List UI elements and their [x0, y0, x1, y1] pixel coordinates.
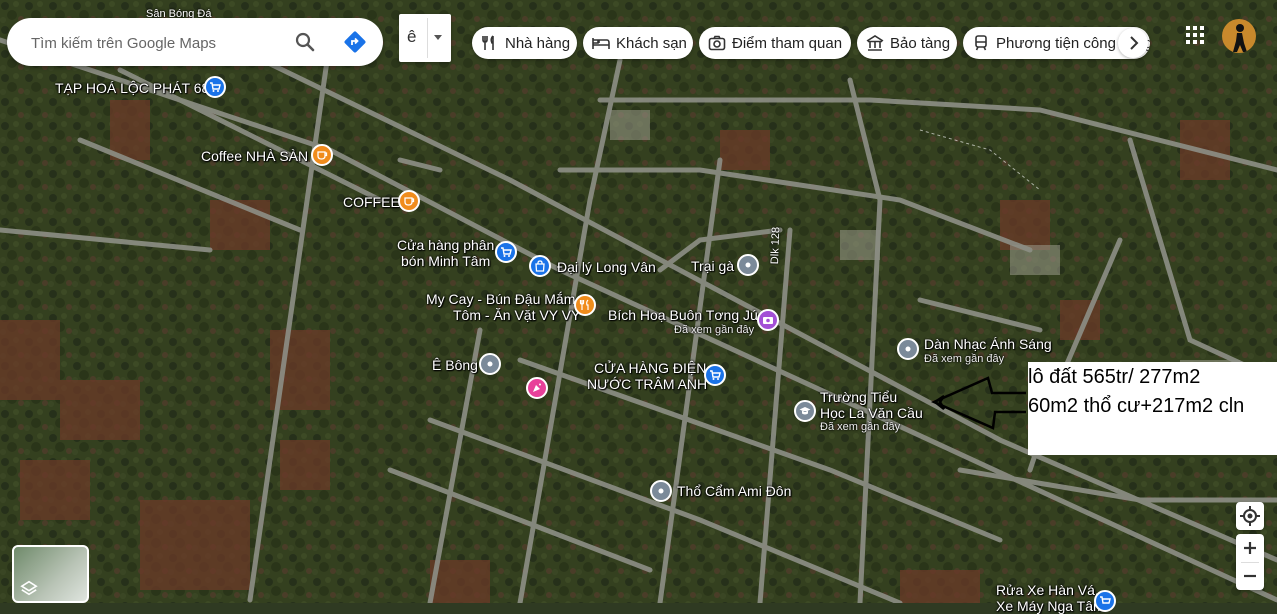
coffee-icon[interactable] — [398, 190, 420, 212]
chip-label: Khách sạn — [616, 34, 687, 52]
place-label-line: CỬA HÀNG ĐIỆN — [594, 360, 707, 376]
scroll-chips-button[interactable] — [1118, 28, 1148, 58]
search-icon[interactable] — [293, 30, 317, 54]
zoom-controls — [1236, 534, 1264, 590]
school-icon[interactable] — [794, 400, 816, 422]
fork-knife-icon — [482, 35, 494, 50]
user-silhouette-icon — [1233, 24, 1247, 52]
chip-restaurants[interactable]: Nhà hàng — [472, 27, 577, 59]
plus-icon — [1244, 542, 1256, 554]
apps-grid-icon[interactable] — [1185, 25, 1205, 45]
chip-label: Nhà hàng — [505, 34, 571, 52]
road-label-dlk128: Dlk 128 — [769, 226, 783, 265]
museum-icon — [866, 35, 884, 51]
shopping-bag-icon[interactable] — [529, 255, 551, 277]
place-label-line: NƯỚC TRÂM ANH — [587, 376, 708, 392]
place-label-line: Cửa hàng phân — [397, 237, 495, 253]
layer-selector[interactable]: ê — [399, 14, 451, 62]
shopping-cart-icon[interactable] — [495, 241, 517, 263]
bed-icon — [592, 38, 610, 49]
chevron-down-icon[interactable] — [434, 35, 442, 40]
place-label[interactable]: Cửa hàng phân bón Minh Tâm — [397, 237, 494, 269]
pin-icon[interactable] — [897, 338, 919, 360]
place-label-line: Học La Văn Cầu — [820, 405, 923, 421]
shopping-cart-icon[interactable] — [1094, 590, 1116, 612]
recently-viewed-label: Đã xem gần đây — [820, 421, 901, 433]
annotation-line-1: lô đất 565tr/ 277m2 — [1028, 366, 1201, 388]
place-label[interactable]: My Cay - Bún Đậu Mắm Tôm - Ăn Vặt VY VY — [426, 291, 580, 323]
directions-icon[interactable] — [343, 30, 367, 54]
pin-icon[interactable] — [737, 254, 759, 276]
chip-label: Bảo tàng — [890, 34, 951, 52]
restaurant-icon[interactable] — [574, 294, 596, 316]
layer-label: ê — [407, 27, 417, 46]
place-label-line: Tôm - Ăn Vặt VY VY — [453, 307, 581, 323]
shopping-cart-icon[interactable] — [204, 76, 226, 98]
place-label[interactable]: Dàn Nhạc Ánh Sáng — [924, 336, 1052, 352]
place-label-line: Xe Máy Nga Tâm — [996, 598, 1105, 614]
place-label[interactable]: COFFEE — [343, 194, 400, 210]
zoom-out-button[interactable] — [1236, 562, 1264, 590]
celebration-icon[interactable] — [526, 377, 548, 399]
place-label[interactable]: TẠP HOÁ LỘC PHÁT 68 — [55, 80, 209, 96]
place-label[interactable]: CỬA HÀNG ĐIỆN NƯỚC TRÂM ANH — [587, 360, 707, 392]
chip-hotels[interactable]: Khách sạn — [583, 27, 693, 59]
place-label-line: Rửa Xe Hàn Vá, — [996, 582, 1099, 598]
my-location-button[interactable] — [1236, 502, 1264, 530]
chip-label: Điểm tham quan — [732, 34, 843, 52]
search-box — [7, 18, 383, 66]
land-price-annotation: lô đất 565tr/ 277m2 60m2 thổ cư+217m2 cl… — [1028, 362, 1277, 455]
zoom-in-button[interactable] — [1236, 534, 1264, 562]
recently-viewed-label: Đã xem gần đây — [924, 353, 1005, 365]
search-input[interactable] — [29, 30, 283, 56]
place-label[interactable]: Coffee NHÀ SÀN — [201, 148, 308, 164]
place-label[interactable]: Trường Tiểu Học La Văn Cầu — [820, 389, 923, 421]
camera-icon — [708, 35, 726, 51]
chevron-right-icon — [1130, 36, 1139, 50]
place-label[interactable]: Bích Hoạ Buôn Tơng Jú — [608, 307, 758, 323]
place-label[interactable]: Trại gà — [691, 258, 734, 274]
place-label[interactable]: Rửa Xe Hàn Vá, Xe Máy Nga Tâm — [996, 582, 1105, 614]
annotation-line-2: 60m2 thổ cư+217m2 cln — [1028, 395, 1245, 417]
shopping-cart-icon[interactable] — [704, 364, 726, 386]
minus-icon — [1244, 574, 1256, 578]
transit-icon — [975, 35, 987, 51]
layers-icon — [20, 580, 38, 596]
place-label[interactable]: Thổ Cẩm Ami Đôn — [677, 483, 791, 499]
avatar[interactable] — [1222, 19, 1256, 53]
location-target-icon — [1240, 506, 1260, 526]
place-label-line: Trường Tiểu — [820, 389, 898, 405]
coffee-icon[interactable] — [311, 144, 333, 166]
place-label[interactable]: Ê Bông — [432, 357, 478, 373]
place-label-line: My Cay - Bún Đậu Mắm — [426, 291, 576, 307]
pin-icon[interactable] — [479, 353, 501, 375]
camera-icon[interactable] — [757, 309, 779, 331]
place-label[interactable]: Đại lý Long Vân — [557, 259, 656, 275]
place-label-line: bón Minh Tâm — [401, 253, 491, 269]
chip-museums[interactable]: Bảo tàng — [857, 27, 957, 59]
layers-thumbnail[interactable] — [12, 545, 89, 603]
pin-icon[interactable] — [650, 480, 672, 502]
chip-attractions[interactable]: Điểm tham quan — [699, 27, 851, 59]
divider — [427, 18, 428, 58]
recently-viewed-label: Đã xem gần đây — [674, 324, 755, 336]
